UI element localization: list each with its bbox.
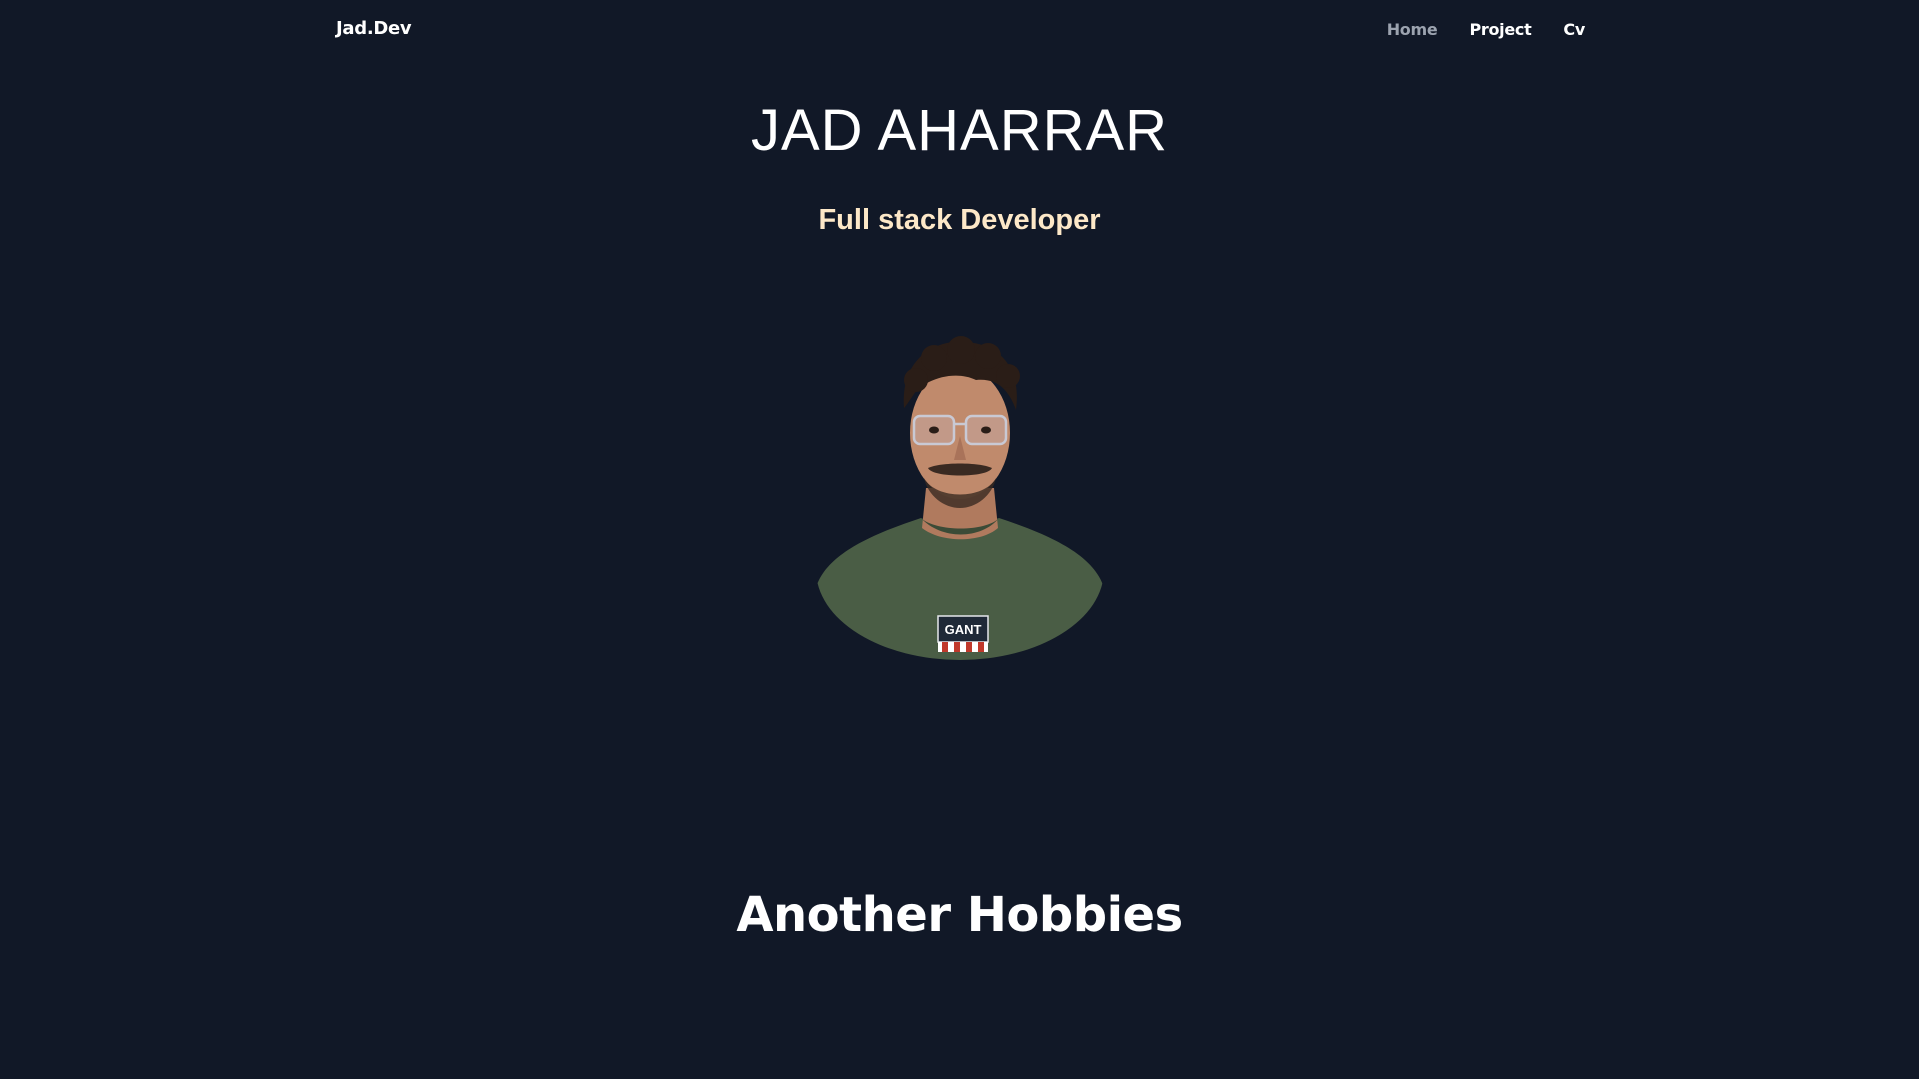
nav-link-cv[interactable]: Cv [1563,20,1585,39]
profile-photo: GANT [816,328,1104,660]
nav-link-home[interactable]: Home [1387,20,1438,39]
hero-name: JAD AHARRAR [750,98,1169,163]
svg-text:GANT: GANT [945,622,982,637]
nav-link-project[interactable]: Project [1469,20,1531,39]
nav-links: Home Project Cv [1387,20,1586,39]
profile-photo-illustration: GANT [816,336,1104,660]
top-navbar: Jad.Dev Home Project Cv [0,0,1919,60]
hero-role: Full stack Developer [818,204,1101,236]
hobbies-section-title: Another Hobbies [736,887,1183,943]
brand-logo-link[interactable]: Jad.Dev [336,18,412,39]
